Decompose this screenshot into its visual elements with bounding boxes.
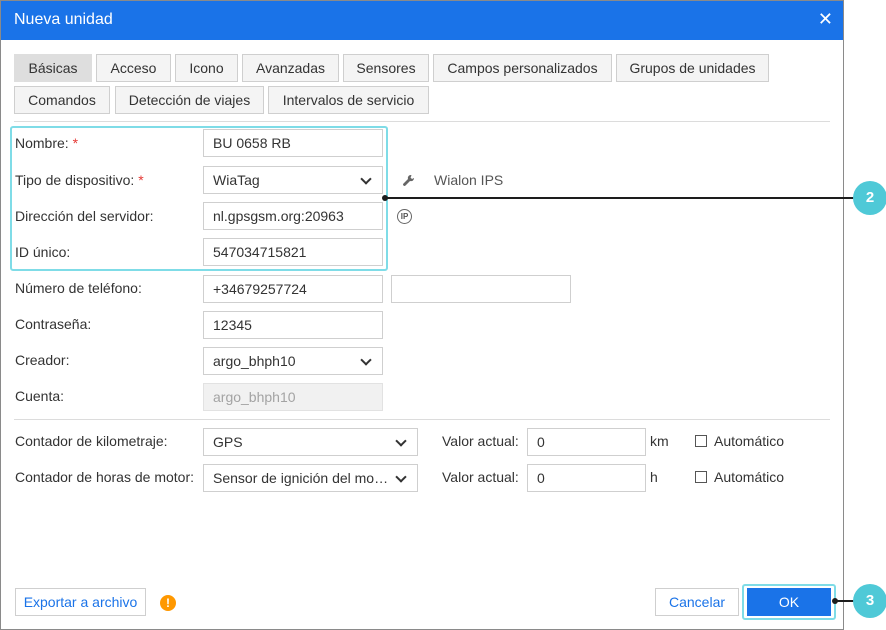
mileage-unit: km	[650, 433, 669, 449]
account-label: Cuenta:	[15, 388, 65, 404]
mileage-current-label: Valor actual:	[442, 433, 519, 449]
device-type-select[interactable]: WiaTag	[203, 166, 383, 194]
phone-label: Número de teléfono:	[15, 280, 142, 296]
engine-hours-unit: h	[650, 469, 658, 485]
mileage-auto-checkbox[interactable]	[695, 435, 707, 447]
counters-divider	[14, 419, 830, 420]
server-address-label: Dirección del servidor:	[15, 208, 154, 224]
engine-hours-current-field[interactable]: 0	[527, 464, 646, 492]
tab-campos-personalizados[interactable]: Campos personalizados	[433, 54, 612, 82]
device-type-label: Tipo de dispositivo: *	[15, 172, 144, 188]
engine-hours-label: Contador de horas de motor:	[15, 469, 194, 485]
unique-id-field[interactable]: 547034715821	[203, 238, 383, 266]
unique-id-label: ID único:	[15, 244, 71, 260]
name-field[interactable]: BU 0658 RB	[203, 129, 383, 157]
device-type-value: WiaTag	[213, 172, 260, 188]
callout-2-line	[385, 197, 854, 199]
export-to-file-button[interactable]: Exportar a archivo	[15, 588, 146, 616]
tab-comandos[interactable]: Comandos	[14, 86, 110, 114]
new-unit-dialog: Nueva unidad ✕ Básicas Acceso Icono Avan…	[0, 0, 844, 630]
tab-icono[interactable]: Icono	[175, 54, 238, 82]
close-icon[interactable]: ✕	[818, 10, 833, 28]
tab-deteccion-de-viajes[interactable]: Detección de viajes	[115, 86, 264, 114]
mileage-current-field[interactable]: 0	[527, 428, 646, 456]
creator-select[interactable]: argo_bhph10	[203, 347, 383, 375]
name-label: Nombre: *	[15, 135, 79, 151]
dialog-title: Nueva unidad	[14, 11, 113, 28]
creator-value: argo_bhph10	[213, 353, 296, 369]
tab-sensores[interactable]: Sensores	[343, 54, 429, 82]
warning-icon[interactable]: !	[160, 595, 176, 611]
ip-icon[interactable]: IP	[397, 209, 412, 224]
tab-grupos-de-unidades[interactable]: Grupos de unidades	[616, 54, 769, 82]
cancel-button[interactable]: Cancelar	[655, 588, 739, 616]
engine-hours-select[interactable]: Sensor de ignición del motor	[203, 464, 418, 492]
mileage-counter-select[interactable]: GPS	[203, 428, 418, 456]
mileage-counter-label: Contador de kilometraje:	[15, 433, 168, 449]
engine-hours-value: Sensor de ignición del motor	[213, 470, 391, 486]
ok-button[interactable]: OK	[747, 588, 831, 616]
callout-3-badge: 3	[853, 584, 886, 618]
tab-acceso[interactable]: Acceso	[96, 54, 171, 82]
wrench-icon[interactable]	[402, 174, 415, 187]
tabs-divider	[14, 121, 830, 122]
phone-field-2[interactable]	[391, 275, 571, 303]
engine-hours-current-label: Valor actual:	[442, 469, 519, 485]
mileage-counter-value: GPS	[213, 434, 243, 450]
tab-avanzadas[interactable]: Avanzadas	[242, 54, 339, 82]
tab-intervalos-de-servicio[interactable]: Intervalos de servicio	[268, 86, 429, 114]
engine-hours-auto-label: Automático	[714, 469, 785, 485]
dialog-titlebar: Nueva unidad ✕	[1, 1, 843, 40]
mileage-auto-label: Automático	[714, 433, 785, 449]
phone-field[interactable]: +34679257724	[203, 275, 383, 303]
server-address-field: nl.gpsgsm.org:20963	[203, 202, 383, 230]
callout-3-line	[835, 600, 854, 602]
creator-label: Creador:	[15, 352, 70, 368]
password-field[interactable]: 12345	[203, 311, 383, 339]
protocol-name: Wialon IPS	[434, 172, 504, 188]
callout-2-badge: 2	[853, 181, 886, 215]
engine-hours-auto-checkbox[interactable]	[695, 471, 707, 483]
password-label: Contraseña:	[15, 316, 92, 332]
account-field: argo_bhph10	[203, 383, 383, 411]
tab-basicas[interactable]: Básicas	[14, 54, 92, 82]
